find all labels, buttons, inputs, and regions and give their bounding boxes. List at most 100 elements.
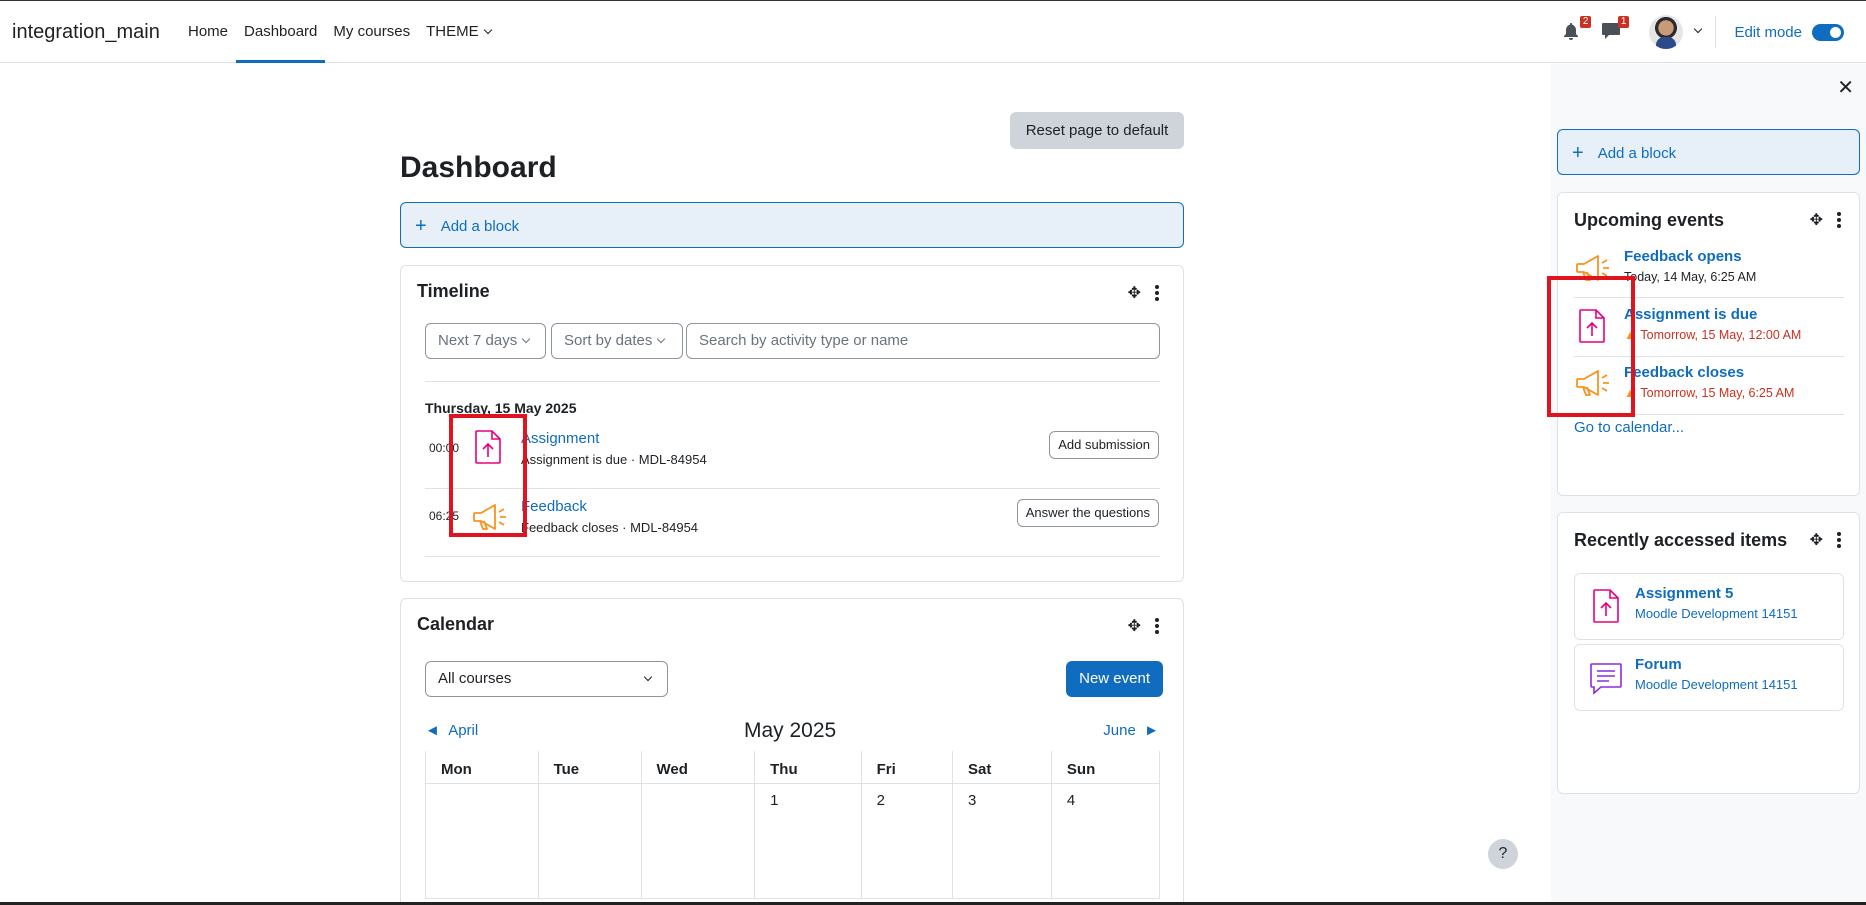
recently-accessed-block: Recently accessed items ✥ Assignment 5 M… xyxy=(1557,512,1860,794)
current-month: May 2025 xyxy=(744,719,837,742)
close-drawer-icon[interactable]: ✕ xyxy=(1837,75,1854,100)
notifications-bell-icon[interactable]: 2 xyxy=(1563,16,1592,42)
weekday-header: Thu xyxy=(754,751,862,784)
event-title-link[interactable]: Assignment xyxy=(521,430,599,447)
timeline-block: Timeline ✥ Next 7 days Sort by dates Sea… xyxy=(400,265,1184,582)
user-menu-chevron-icon[interactable] xyxy=(1694,24,1703,34)
timeline-range-select[interactable]: Next 7 days xyxy=(425,323,546,359)
left-arrow-icon: ◄ xyxy=(425,722,440,739)
recent-item-card[interactable]: Assignment 5 Moodle Development 14151 xyxy=(1574,573,1844,640)
upcoming-event-link[interactable]: Feedback opens xyxy=(1624,248,1742,265)
recent-item-course: Moodle Development 14151 xyxy=(1635,606,1798,621)
upcoming-event-link[interactable]: Assignment is due xyxy=(1624,306,1757,323)
upcoming-events-block: Upcoming events ✥ Feedback opens Today, … xyxy=(1547,192,1860,496)
add-submission-button[interactable]: Add submission xyxy=(1049,431,1159,459)
weekday-header: Sat xyxy=(951,751,1052,784)
next-month-link[interactable]: June ► xyxy=(1103,722,1159,739)
day-cell[interactable]: 2 xyxy=(860,782,953,899)
event-title-link[interactable]: Feedback xyxy=(521,498,587,515)
answer-questions-button[interactable]: Answer the questions xyxy=(1016,499,1159,527)
upcoming-event-date: ▲ Tomorrow, 15 May, 12:00 AM xyxy=(1624,328,1801,342)
navbar-divider xyxy=(1715,16,1717,48)
weekday-header: Sun xyxy=(1050,751,1161,784)
nav-my-courses[interactable]: My courses xyxy=(325,1,418,63)
upcoming-event-date: ▲ Tomorrow, 15 May, 6:25 AM xyxy=(1624,386,1794,400)
plus-icon: + xyxy=(1572,142,1584,164)
divider xyxy=(425,381,1160,382)
chevron-down-icon xyxy=(643,672,653,682)
move-icon[interactable]: ✥ xyxy=(1810,210,1823,230)
nav-home[interactable]: Home xyxy=(180,1,236,63)
course-filter-select[interactable]: All courses xyxy=(425,661,668,697)
next-month-label: June xyxy=(1103,722,1136,739)
forum-chat-icon xyxy=(1589,661,1623,699)
recent-item-course: Moodle Development 14151 xyxy=(1635,677,1798,692)
actions-menu-icon[interactable] xyxy=(1155,618,1159,634)
day-cell xyxy=(537,782,642,899)
actions-menu-icon[interactable] xyxy=(1155,285,1159,301)
upcoming-event-link[interactable]: Feedback closes xyxy=(1624,364,1744,381)
day-cell xyxy=(640,782,756,899)
add-block-button[interactable]: + Add a block xyxy=(400,202,1184,248)
plus-icon: + xyxy=(415,215,427,237)
drawer-add-block-button[interactable]: + Add a block xyxy=(1557,129,1860,175)
timeline-search-input[interactable]: Search by activity type or name xyxy=(686,323,1160,359)
chevron-down-icon xyxy=(483,25,492,35)
messages-chat-icon[interactable]: 1 xyxy=(1601,16,1630,42)
day-cell[interactable]: 3 xyxy=(951,782,1052,899)
chevron-down-icon xyxy=(521,334,531,344)
right-arrow-icon: ► xyxy=(1144,722,1159,739)
reset-page-button[interactable]: Reset page to default xyxy=(1010,112,1184,149)
edit-mode-label: Edit mode xyxy=(1734,23,1802,41)
page-title: Dashboard xyxy=(400,151,557,184)
chevron-down-icon xyxy=(657,334,666,344)
assignment-upload-icon xyxy=(1592,588,1620,628)
recent-item-card[interactable]: Forum Moodle Development 14151 xyxy=(1574,644,1844,711)
highlight-box xyxy=(449,414,527,537)
timeline-title: Timeline xyxy=(417,281,490,301)
upcoming-events-title: Upcoming events xyxy=(1574,210,1725,230)
primary-navigation: Home Dashboard My courses THEME xyxy=(180,1,499,63)
calendar-block: Calendar ✥ All courses New event ◄ April… xyxy=(400,598,1184,905)
edit-mode-toggle[interactable] xyxy=(1812,23,1844,41)
move-icon[interactable]: ✥ xyxy=(1128,283,1141,303)
top-navbar: integration_main Home Dashboard My cours… xyxy=(0,0,1866,63)
day-cell[interactable]: 1 xyxy=(754,782,862,899)
recent-item-title: Assignment 5 xyxy=(1635,585,1734,602)
calendar-month-table: Mon Tue Wed Thu Fri Sat Sun 1 2 3 4 xyxy=(425,751,1161,899)
nav-theme-label: THEME xyxy=(426,23,479,40)
move-icon[interactable]: ✥ xyxy=(1810,530,1823,550)
block-drawer: ✕ + Add a block Upcoming events ✥ Feedbac… xyxy=(1547,63,1866,905)
divider xyxy=(425,556,1160,557)
go-to-calendar-link[interactable]: Go to calendar... xyxy=(1574,419,1684,436)
nav-dashboard[interactable]: Dashboard xyxy=(236,1,326,63)
nav-theme[interactable]: THEME xyxy=(418,1,499,63)
user-avatar[interactable] xyxy=(1649,15,1684,49)
weekday-header: Fri xyxy=(860,751,953,784)
actions-menu-icon[interactable] xyxy=(1837,532,1841,548)
timeline-sort-label: Sort by dates xyxy=(564,332,653,349)
new-event-button[interactable]: New event xyxy=(1066,661,1163,697)
prev-month-link[interactable]: ◄ April xyxy=(425,722,478,739)
divider xyxy=(425,488,1160,489)
weekday-header: Tue xyxy=(537,751,642,784)
week-row: 1 2 3 4 xyxy=(425,782,1161,899)
event-subtitle: Assignment is due · MDL-84954 xyxy=(521,452,707,467)
site-name[interactable]: integration_main xyxy=(12,21,160,44)
recent-item-title: Forum xyxy=(1635,656,1682,673)
timeline-sort-select[interactable]: Sort by dates xyxy=(551,323,683,359)
prev-month-label: April xyxy=(448,722,479,739)
actions-menu-icon[interactable] xyxy=(1837,212,1841,228)
day-cell xyxy=(425,782,539,899)
move-icon[interactable]: ✥ xyxy=(1128,616,1141,636)
upcoming-event-date-text: Tomorrow, 15 May, 6:25 AM xyxy=(1640,386,1795,400)
add-block-label: Add a block xyxy=(440,218,520,235)
help-button[interactable]: ? xyxy=(1488,839,1518,869)
notifications-count-badge: 2 xyxy=(1579,16,1592,28)
upcoming-event-date: Today, 14 May, 6:25 AM xyxy=(1624,270,1757,284)
recently-accessed-title: Recently accessed items xyxy=(1574,530,1788,550)
day-cell[interactable]: 4 xyxy=(1050,782,1161,899)
weekday-header: Wed xyxy=(640,751,756,784)
course-filter-label: All courses xyxy=(438,670,512,687)
highlight-box xyxy=(1547,276,1635,417)
